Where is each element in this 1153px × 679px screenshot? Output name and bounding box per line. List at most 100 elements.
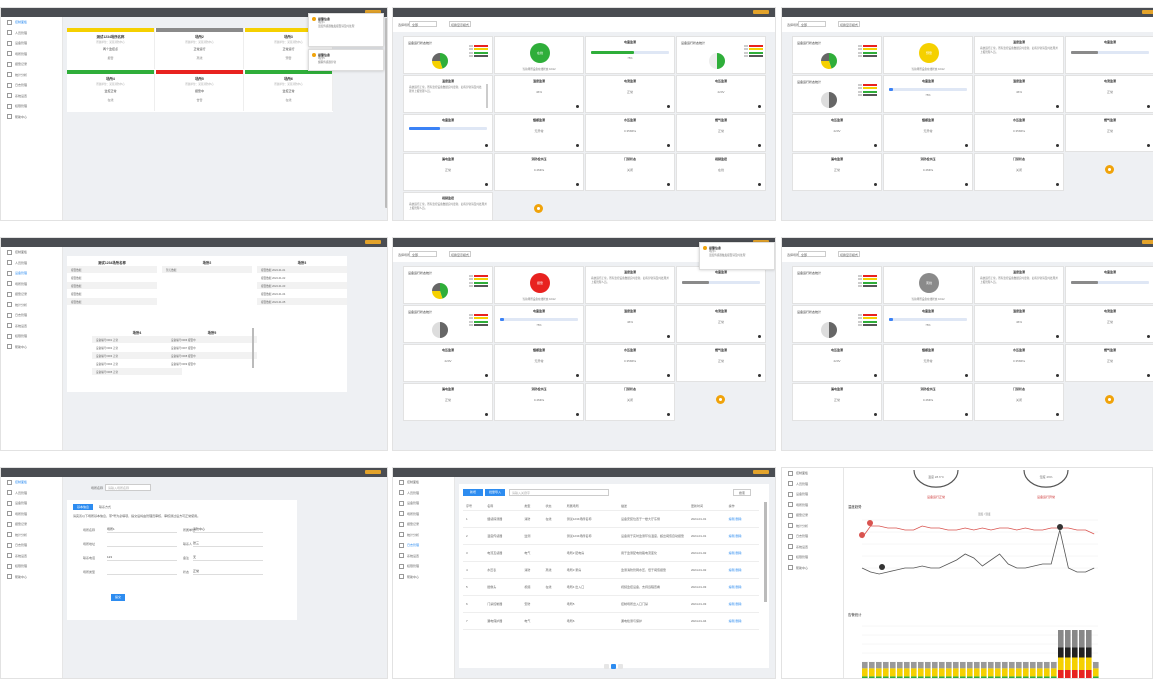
detail-dot-icon[interactable] — [1056, 144, 1059, 147]
add-button[interactable] — [716, 395, 725, 404]
sidebar-item[interactable]: 控制面板 — [1, 477, 62, 488]
sidebar-item[interactable]: 场所管理 — [782, 500, 843, 511]
sidebar-item[interactable]: 日志管理 — [1, 310, 62, 321]
detail-dot-icon[interactable] — [485, 374, 488, 377]
user-menu[interactable] — [365, 470, 381, 474]
detail-dot-icon[interactable] — [667, 105, 670, 108]
field-input[interactable]: 消防中心 — [193, 526, 263, 533]
row-actions[interactable]: 编辑 删除 — [725, 527, 759, 545]
field-input[interactable]: 场所1 — [107, 526, 177, 533]
table-row[interactable]: 4 水压表 消防 离线 场所3 泵房 监测消防管网水压，低于阈值报警 2024-01-02 编… — [463, 561, 759, 579]
search-input[interactable]: 请输入场所名称 — [105, 484, 151, 491]
sidebar-item[interactable]: 人员管理 — [1, 258, 62, 269]
detail-dot-icon[interactable] — [874, 144, 877, 147]
status-circle[interactable]: 离线 — [919, 273, 939, 293]
sidebar-item[interactable]: 控制面板 — [782, 468, 843, 479]
detail-dot-icon[interactable] — [576, 374, 579, 377]
site-select[interactable]: 全部 — [409, 251, 437, 257]
site-card[interactable]: 场所6 所属单位：某某消防中心 监控正常 在线 — [245, 70, 333, 111]
field-input[interactable]: 无 — [193, 554, 263, 561]
detail-dot-icon[interactable] — [965, 374, 968, 377]
sidebar-item[interactable]: 日志管理 — [393, 540, 454, 551]
sidebar-item[interactable]: 设备管理 — [1, 38, 62, 49]
detail-dot-icon[interactable] — [1056, 413, 1059, 416]
detail-dot-icon[interactable] — [667, 144, 670, 147]
sidebar-item[interactable]: 报警记录 — [1, 289, 62, 300]
alarm-card[interactable]: 场所2 暂无数据 — [162, 256, 252, 322]
status-circle[interactable]: 在线 — [530, 43, 550, 63]
sidebar-item[interactable]: 控制面板 — [1, 17, 62, 28]
detail-dot-icon[interactable] — [576, 413, 579, 416]
row-actions[interactable]: 编辑 删除 — [725, 595, 759, 613]
sidebar-item[interactable]: 系统设置 — [1, 551, 62, 562]
sidebar-item[interactable]: 报警记录 — [782, 510, 843, 521]
detail-dot-icon[interactable] — [758, 144, 761, 147]
sidebar-item[interactable]: 权限管理 — [1, 561, 62, 572]
scrollbar[interactable] — [385, 18, 387, 208]
sidebar-item[interactable]: 场所管理 — [1, 49, 62, 60]
alarm-notification[interactable]: 报警信息 场所1 温度传感器触发报警请及时处理 — [699, 242, 775, 270]
detail-dot-icon[interactable] — [1056, 374, 1059, 377]
sidebar-item[interactable]: 控制面板 — [393, 477, 454, 488]
sidebar-item[interactable]: 人员管理 — [393, 488, 454, 499]
sidebar-item[interactable]: 权限管理 — [782, 552, 843, 563]
search-button[interactable]: 搜索 — [733, 489, 751, 496]
detail-dot-icon[interactable] — [874, 374, 877, 377]
sidebar-item[interactable]: 统计分析 — [393, 530, 454, 541]
scrollbar[interactable] — [252, 328, 254, 368]
user-menu[interactable] — [1142, 240, 1153, 244]
status-circle[interactable]: 报警 — [530, 273, 550, 293]
table-row[interactable]: 3 电流互感器 电气 场所2 配电房 用于监测配电线路电流变化 2024-01-02 编辑 … — [463, 544, 759, 562]
alarm-card[interactable]: 测试1234场所名称 报警数据 报警数据 报警数据 报警数据 报警数据 — [67, 256, 157, 322]
detail-dot-icon[interactable] — [576, 183, 579, 186]
user-menu[interactable] — [753, 10, 769, 14]
table-row[interactable]: 5 摄像头 视频 在线 场所4 出入口 视频监控设备，支持远程查看 2024-01-03 编辑… — [463, 578, 759, 596]
sidebar-item[interactable]: 权限管理 — [1, 331, 62, 342]
add-button[interactable] — [534, 204, 543, 213]
sidebar-item[interactable]: 统计分析 — [782, 521, 843, 532]
site-card[interactable]: 场所2 所属单位：某某消防中心 正常运行 离线 — [156, 28, 244, 69]
site-select[interactable]: 全部 — [798, 251, 826, 257]
row-actions[interactable]: 编辑 删除 — [725, 578, 759, 596]
sidebar-item[interactable]: 权限管理 — [1, 101, 62, 112]
toolbar-button[interactable]: 新增 — [463, 489, 483, 496]
alarm-card[interactable]: 场所5 设备编号0006 报警中 设备编号0007 报警中 设备编号0008 报警中设… — [167, 326, 257, 392]
toggle-mode-button[interactable]: 切换显示模式 — [449, 21, 471, 27]
sidebar-item[interactable]: 人员管理 — [1, 28, 62, 39]
detail-dot-icon[interactable] — [667, 374, 670, 377]
site-card[interactable]: 场所5 所属单位：某某消防中心 报警中 告警 — [156, 70, 244, 111]
sidebar-item[interactable]: 帮助中心 — [782, 563, 843, 574]
row-actions[interactable]: 编辑 删除 — [725, 544, 759, 562]
submit-button[interactable]: 提交 — [111, 594, 125, 601]
detail-dot-icon[interactable] — [965, 413, 968, 416]
detail-dot-icon[interactable] — [576, 144, 579, 147]
page-button[interactable] — [618, 664, 623, 669]
sidebar-item[interactable]: 系统设置 — [1, 91, 62, 102]
detail-dot-icon[interactable] — [485, 144, 488, 147]
table-row[interactable]: 1 烟感探测器 消防 在线 测试1234场所名称 设备安装位置于一楼大厅东侧 2024-01… — [463, 510, 759, 528]
sidebar-item[interactable]: 设备管理 — [393, 498, 454, 509]
page-button[interactable] — [611, 664, 616, 669]
detail-dot-icon[interactable] — [758, 335, 761, 338]
detail-dot-icon[interactable] — [667, 413, 670, 416]
site-card[interactable]: 场所4 所属单位：某某消防中心 监控正常 在线 — [67, 70, 155, 111]
sidebar-item[interactable]: 控制面板 — [1, 247, 62, 258]
sidebar-item[interactable]: 场所管理 — [1, 279, 62, 290]
site-select[interactable]: 全部 — [798, 21, 826, 27]
sidebar-item[interactable]: 设备管理 — [1, 498, 62, 509]
sidebar-item[interactable]: 设备管理 — [782, 489, 843, 500]
add-button[interactable] — [1105, 395, 1114, 404]
form-tab[interactable]: 联系方式 — [95, 504, 115, 510]
sidebar-item[interactable]: 权限管理 — [393, 561, 454, 572]
alarm-notification[interactable]: 报警信息 场所5 烟雾传感器异常 — [308, 49, 384, 71]
sidebar-item[interactable]: 日志管理 — [782, 531, 843, 542]
row-actions[interactable]: 编辑 删除 — [725, 510, 759, 528]
sidebar-item[interactable]: 统计分析 — [1, 530, 62, 541]
detail-dot-icon[interactable] — [667, 183, 670, 186]
detail-dot-icon[interactable] — [758, 105, 761, 108]
sidebar-item[interactable]: 统计分析 — [1, 70, 62, 81]
field-input[interactable]: 张三 — [193, 540, 263, 547]
site-select[interactable]: 全部 — [409, 21, 437, 27]
marker-pin[interactable] — [859, 532, 865, 538]
toggle-mode-button[interactable]: 切换显示模式 — [449, 251, 471, 257]
